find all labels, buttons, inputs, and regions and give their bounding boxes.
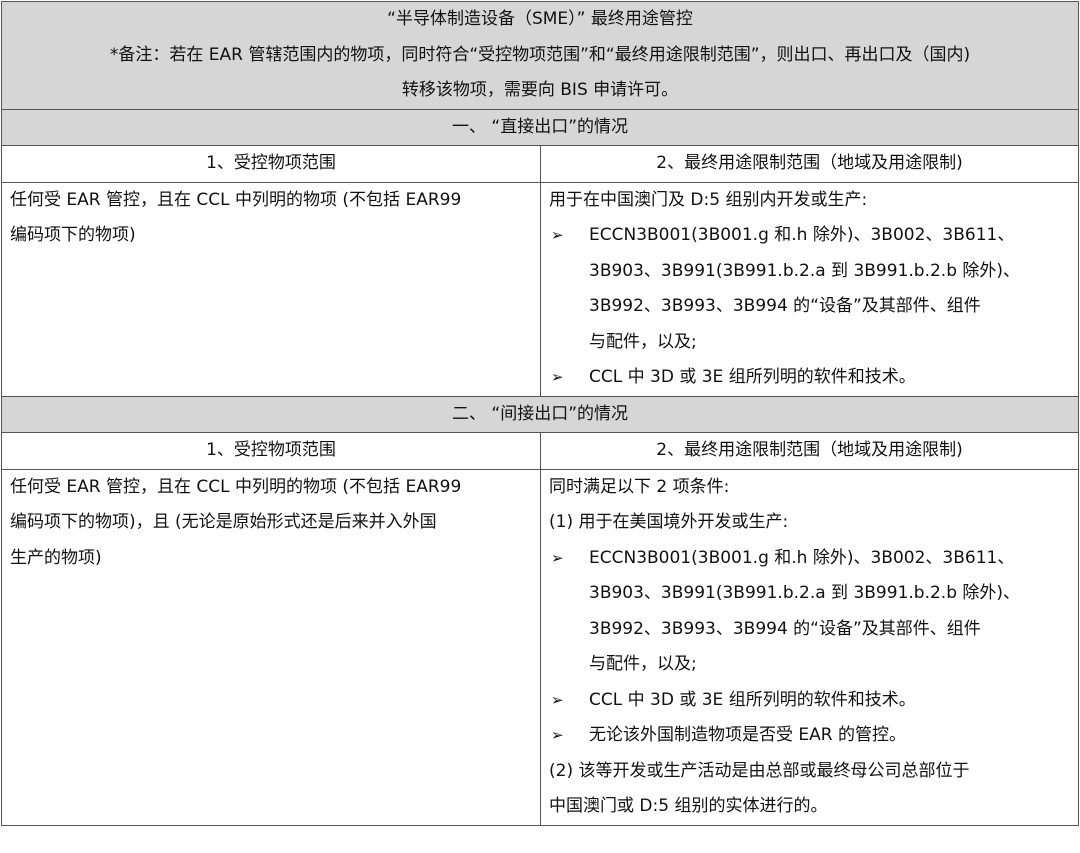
bullet-line: CCL 中 3D 或 3E 组所列明的软件和技术。: [589, 367, 916, 387]
scope-line: 任何受 EAR 管控，且在 CCL 中列明的物项 (不包括 EAR99: [10, 189, 462, 210]
bullet-line: 3B903、3B991(3B991.b.2.a 到 3B991.b.2.b 除外…: [589, 583, 1021, 603]
section-2-title-row: 二、 “间接出口”的情况: [0, 395, 1080, 433]
table-header-row: “半导体制造设备（SME）” 最终用途管控 *备注：若在 EAR 管辖范围内的物…: [0, 1, 1080, 110]
section-1-column-header-row: 1、受控物项范围 2、最终用途限制范围（地域及用途限制): [1, 145, 1080, 183]
arrowhead-bullet-icon: ➢: [551, 548, 564, 567]
arrowhead-bullet-icon: ➢: [551, 226, 564, 244]
section-1-content-row: 任何受 EAR 管控，且在 CCL 中列明的物项 (不包括 EAR99 编码项下…: [1, 181, 1080, 397]
scope-line: 编码项下的物项): [10, 225, 136, 245]
bullet-line: CCL 中 3D 或 3E 组所列明的软件和技术。: [589, 689, 916, 710]
section-1-col1-header: 1、受控物项范围: [1, 145, 541, 183]
section-2-scope-cell: 任何受 EAR 管控，且在 CCL 中列明的物项 (不包括 EAR99 编码项下…: [1, 468, 541, 826]
bullet-line: 无论该外国制造物项是否受 EAR 的管控。: [589, 725, 906, 745]
table-note-line-2: 转移该物项，需要向 BIS 申请许可。: [401, 80, 679, 100]
table-title: “半导体制造设备（SME）” 最终用途管控: [387, 9, 693, 29]
section-2-col2-header: 2、最终用途限制范围（地域及用途限制): [539, 432, 1080, 470]
bullet-list: ➢ ECCN3B001(3B001.g 和.h 除外)、3B002、3B611、…: [549, 541, 1070, 754]
section-1-title-row: 一、 “直接出口”的情况: [0, 108, 1080, 146]
scope-line: 生产的物项): [10, 547, 102, 568]
bullet-item: ➢ CCL 中 3D 或 3E 组所列明的软件和技术。: [549, 360, 1070, 396]
section-1-restriction-cell: 用于在中国澳门及 D:5 组别内开发或生产: ➢ ECCN3B001(3B001…: [539, 181, 1080, 397]
bullet-item: ➢ ECCN3B001(3B001.g 和.h 除外)、3B002、3B611、…: [549, 541, 1070, 683]
restriction-intro: 同时满足以下 2 项条件:: [549, 476, 730, 497]
arrowhead-bullet-icon: ➢: [551, 368, 564, 386]
bullet-line: 3B992、3B993、3B994 的“设备”及其部件、组件: [589, 296, 981, 316]
bullet-line: 3B903、3B991(3B991.b.2.a 到 3B991.b.2.b 除外…: [589, 260, 1021, 281]
section-1-col2-header: 2、最终用途限制范围（地域及用途限制): [539, 145, 1080, 183]
restriction-intro: 用于在中国澳门及 D:5 组别内开发或生产:: [549, 189, 868, 210]
bullet-item: ➢ CCL 中 3D 或 3E 组所列明的软件和技术。: [549, 683, 1070, 719]
bullet-item: ➢ 无论该外国制造物项是否受 EAR 的管控。: [549, 718, 1070, 754]
section-2-content-row: 任何受 EAR 管控，且在 CCL 中列明的物项 (不包括 EAR99 编码项下…: [1, 468, 1080, 826]
section-1-title: 一、 “直接出口”的情况: [0, 108, 1080, 146]
bullet-line: ECCN3B001(3B001.g 和.h 除外)、3B002、3B611、: [589, 225, 1015, 245]
table-header-cell: “半导体制造设备（SME）” 最终用途管控 *备注：若在 EAR 管辖范围内的物…: [0, 1, 1080, 110]
section-1-scope-cell: 任何受 EAR 管控，且在 CCL 中列明的物项 (不包括 EAR99 编码项下…: [1, 181, 541, 397]
bullet-line: 与配件，以及;: [589, 331, 697, 352]
bullet-item: ➢ ECCN3B001(3B001.g 和.h 除外)、3B002、3B611、…: [549, 218, 1070, 360]
bullet-line: 3B992、3B993、3B994 的“设备”及其部件、组件: [589, 618, 981, 639]
section-2-restriction-cell: 同时满足以下 2 项条件: (1) 用于在美国境外开发或生产: ➢ ECCN3B…: [539, 468, 1080, 826]
table-note-line-1: *备注：若在 EAR 管辖范围内的物项，同时符合“受控物项范围”和“最终用途限制…: [109, 44, 971, 65]
bullet-line: ECCN3B001(3B001.g 和.h 除外)、3B002、3B611、: [589, 547, 1015, 568]
end-use-control-table: “半导体制造设备（SME）” 最终用途管控 *备注：若在 EAR 管辖范围内的物…: [0, 1, 1080, 826]
section-2-col1-header: 1、受控物项范围: [1, 432, 541, 470]
condition-1: (1) 用于在美国境外开发或生产:: [549, 512, 789, 532]
scope-line: 任何受 EAR 管控，且在 CCL 中列明的物项 (不包括 EAR99: [10, 476, 462, 497]
condition-2-line: 中国澳门或 D:5 组别的实体进行的。: [549, 796, 828, 816]
arrowhead-bullet-icon: ➢: [551, 726, 564, 744]
section-2-title: 二、 “间接出口”的情况: [0, 395, 1080, 433]
arrowhead-bullet-icon: ➢: [551, 690, 564, 709]
section-2-column-header-row: 1、受控物项范围 2、最终用途限制范围（地域及用途限制): [1, 432, 1080, 470]
bullet-line: 与配件，以及;: [589, 654, 697, 674]
bullet-list: ➢ ECCN3B001(3B001.g 和.h 除外)、3B002、3B611、…: [549, 218, 1070, 396]
scope-line: 编码项下的物项)，且 (无论是原始形式还是后来并入外国: [10, 512, 437, 532]
condition-2-line: (2) 该等开发或生产活动是由总部或最终母公司总部位于: [549, 760, 970, 781]
